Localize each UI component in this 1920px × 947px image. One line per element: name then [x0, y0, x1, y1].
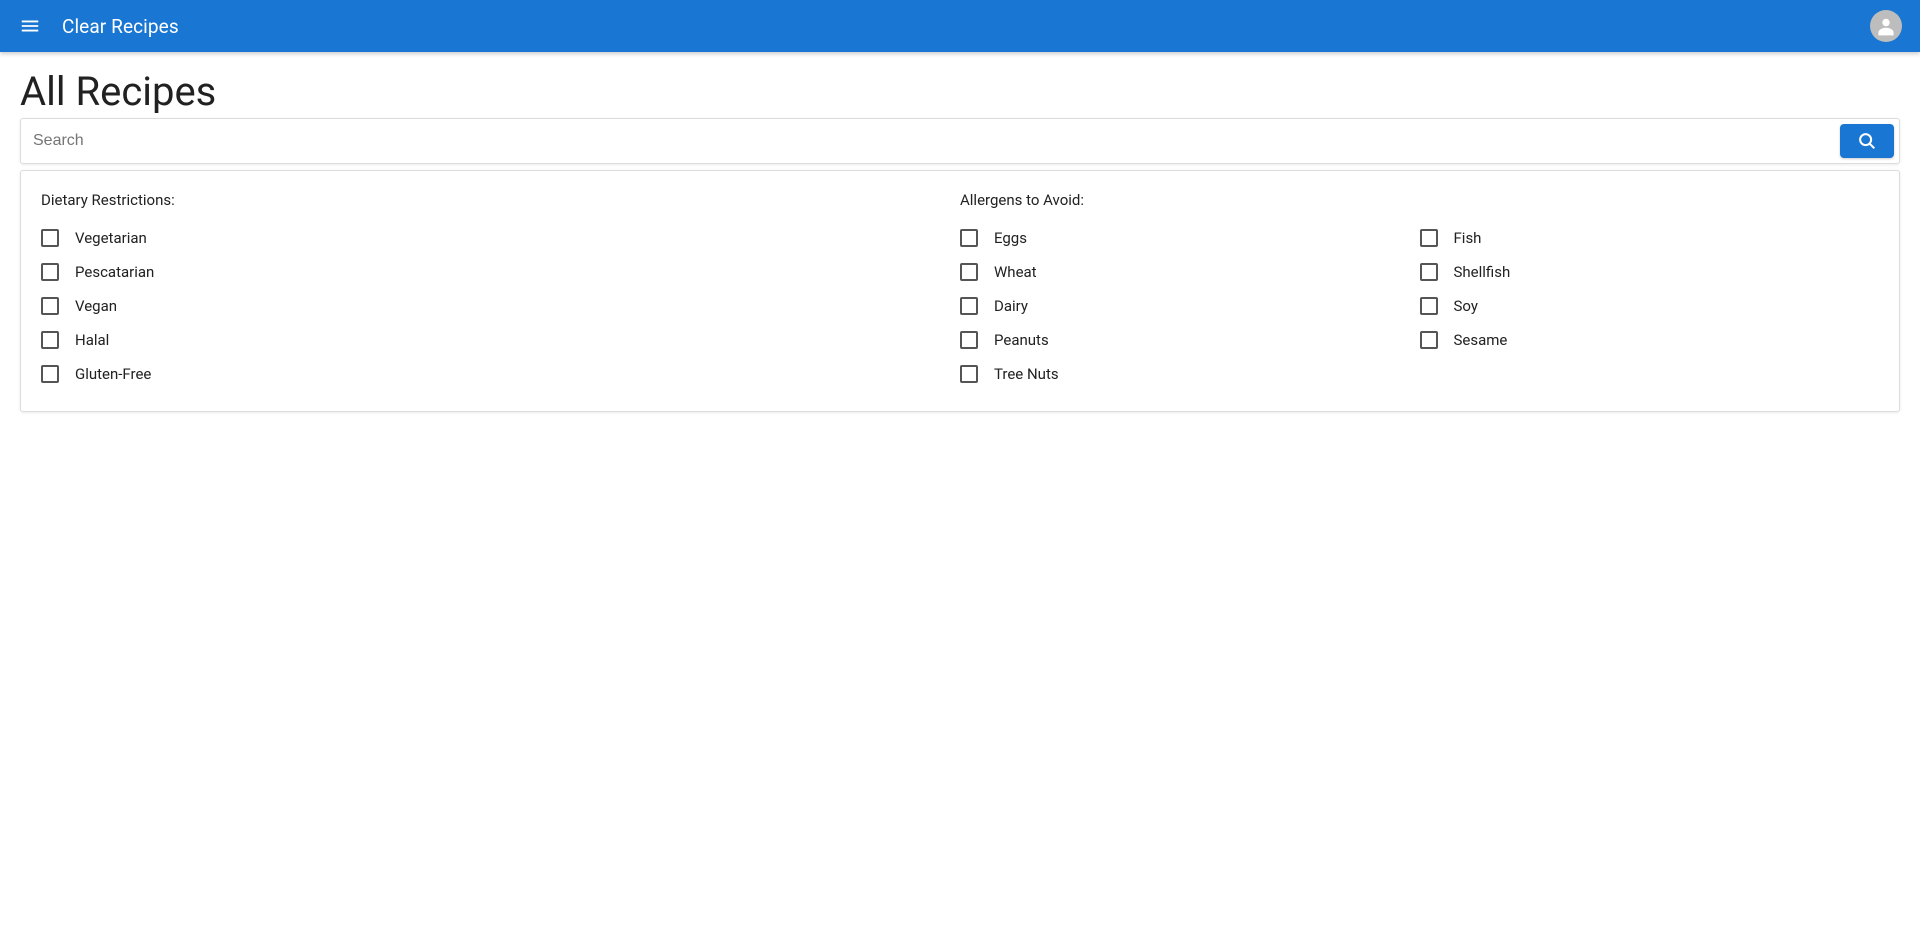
- menu-button[interactable]: [12, 8, 48, 44]
- checkbox-fish[interactable]: Fish: [1420, 229, 1482, 247]
- allergens-heading: Allergens to Avoid:: [960, 191, 1879, 209]
- checkbox-label: Eggs: [994, 229, 1027, 247]
- checkbox-label: Fish: [1454, 229, 1482, 247]
- checkbox-icon: [960, 229, 978, 247]
- allergens-section: Allergens to Avoid: Eggs Wheat Dairy: [960, 191, 1879, 383]
- checkbox-icon: [1420, 229, 1438, 247]
- page-title: All Recipes: [20, 70, 1900, 114]
- checkbox-icon: [41, 331, 59, 349]
- checkbox-soy[interactable]: Soy: [1420, 297, 1478, 315]
- search-button[interactable]: [1840, 124, 1894, 158]
- checkbox-shellfish[interactable]: Shellfish: [1420, 263, 1511, 281]
- checkbox-icon: [1420, 331, 1438, 349]
- checkbox-vegan[interactable]: Vegan: [41, 297, 117, 315]
- checkbox-label: Shellfish: [1454, 263, 1511, 281]
- checkbox-peanuts[interactable]: Peanuts: [960, 331, 1049, 349]
- checkbox-icon: [1420, 263, 1438, 281]
- checkbox-label: Halal: [75, 331, 109, 349]
- checkbox-sesame[interactable]: Sesame: [1420, 331, 1508, 349]
- checkbox-label: Soy: [1454, 297, 1478, 315]
- checkbox-icon: [41, 297, 59, 315]
- search-bar: [20, 118, 1900, 164]
- main-content: All Recipes Dietary Restrictions: Vegeta…: [0, 52, 1920, 424]
- dietary-restrictions-section: Dietary Restrictions: Vegetarian Pescata…: [41, 191, 960, 383]
- app-title: Clear Recipes: [62, 15, 179, 38]
- checkbox-label: Tree Nuts: [994, 365, 1059, 383]
- checkbox-label: Pescatarian: [75, 263, 154, 281]
- checkbox-halal[interactable]: Halal: [41, 331, 109, 349]
- checkbox-label: Dairy: [994, 297, 1028, 315]
- checkbox-dairy[interactable]: Dairy: [960, 297, 1028, 315]
- search-input[interactable]: [31, 124, 1840, 158]
- checkbox-icon: [41, 229, 59, 247]
- checkbox-wheat[interactable]: Wheat: [960, 263, 1037, 281]
- checkbox-label: Peanuts: [994, 331, 1049, 349]
- checkbox-gluten-free[interactable]: Gluten-Free: [41, 365, 151, 383]
- checkbox-eggs[interactable]: Eggs: [960, 229, 1027, 247]
- checkbox-icon: [960, 365, 978, 383]
- dietary-restrictions-heading: Dietary Restrictions:: [41, 191, 960, 209]
- checkbox-icon: [960, 297, 978, 315]
- app-bar: Clear Recipes: [0, 0, 1920, 52]
- checkbox-icon: [41, 263, 59, 281]
- checkbox-icon: [1420, 297, 1438, 315]
- checkbox-vegetarian[interactable]: Vegetarian: [41, 229, 147, 247]
- checkbox-pescatarian[interactable]: Pescatarian: [41, 263, 154, 281]
- checkbox-label: Vegetarian: [75, 229, 147, 247]
- checkbox-icon: [41, 365, 59, 383]
- filter-panel: Dietary Restrictions: Vegetarian Pescata…: [20, 170, 1900, 412]
- search-icon: [1856, 130, 1878, 152]
- checkbox-icon: [960, 331, 978, 349]
- checkbox-label: Vegan: [75, 297, 117, 315]
- checkbox-label: Wheat: [994, 263, 1037, 281]
- checkbox-tree-nuts[interactable]: Tree Nuts: [960, 365, 1059, 383]
- checkbox-label: Sesame: [1454, 331, 1508, 349]
- checkbox-icon: [960, 263, 978, 281]
- menu-icon: [19, 15, 41, 37]
- checkbox-label: Gluten-Free: [75, 365, 151, 383]
- account-button[interactable]: [1870, 10, 1902, 42]
- account-circle-icon: [1872, 12, 1900, 40]
